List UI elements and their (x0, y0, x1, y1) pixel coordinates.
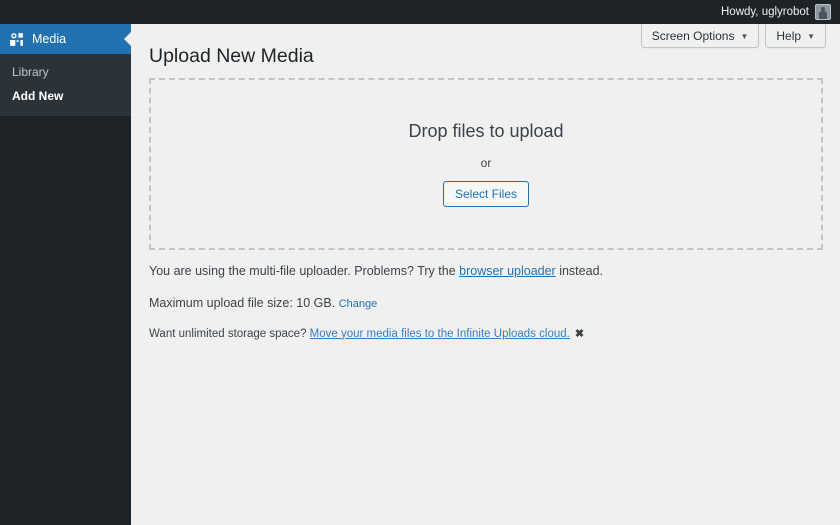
upload-notes: You are using the multi-file uploader. P… (149, 262, 829, 356)
chevron-down-icon: ▼ (807, 31, 815, 41)
help-button[interactable]: Help ▼ (765, 24, 826, 48)
infinite-uploads-prefix: Want unlimited storage space? (149, 327, 310, 340)
sidebar-item-library[interactable]: Library (0, 60, 131, 84)
admin-bar: Howdy, uglyrobot (0, 0, 840, 24)
infinite-uploads-note: Want unlimited storage space? Move your … (149, 326, 829, 343)
avatar (815, 4, 831, 20)
menu-arrow-icon (124, 31, 132, 47)
chevron-down-icon: ▼ (740, 31, 749, 41)
browser-uploader-link[interactable]: browser uploader (459, 264, 556, 278)
dropzone-heading: Drop files to upload (408, 120, 564, 141)
change-max-size-link[interactable]: Change (339, 298, 378, 310)
screen-meta-links: Screen Options ▼ Help ▼ (640, 24, 826, 48)
sidebar-subitem-label: Add New (12, 89, 64, 103)
media-submenu: Library Add New (0, 54, 131, 116)
sidebar-item-label: Media (32, 32, 67, 46)
sidebar-item-media[interactable]: Media (0, 24, 132, 54)
uploader-note-prefix: You are using the multi-file uploader. P… (149, 264, 460, 278)
sidebar-item-add-new[interactable]: Add New (0, 84, 131, 108)
select-files-button[interactable]: Select Files (442, 181, 530, 208)
main-content: Screen Options ▼ Help ▼ Upload New Media… (131, 24, 840, 525)
max-upload-size-note: Maximum upload file size: 10 GB. Change (149, 294, 829, 313)
dropzone-or-label: or (480, 156, 492, 171)
max-upload-size-label: Maximum upload file size: 10 GB. (149, 295, 336, 310)
screen-options-button[interactable]: Screen Options ▼ (640, 24, 760, 48)
help-label: Help (776, 28, 802, 43)
dismiss-notice-icon[interactable]: ✖ (575, 328, 584, 340)
multifile-uploader-note: You are using the multi-file uploader. P… (149, 262, 829, 281)
sidebar-subitem-label: Library (12, 65, 49, 79)
howdy-label: Howdy, uglyrobot (721, 6, 809, 18)
wordpress-admin-screen: Howdy, uglyrobot Media Library Add New S… (0, 0, 840, 525)
media-icon (6, 29, 26, 49)
howdy-menu[interactable]: Howdy, uglyrobot (721, 0, 840, 24)
infinite-uploads-link[interactable]: Move your media files to the Infinite Up… (310, 328, 570, 340)
uploader-note-suffix: instead. (555, 264, 603, 278)
screen-options-label: Screen Options (651, 28, 735, 43)
admin-sidebar: Media Library Add New (0, 24, 132, 525)
upload-dropzone[interactable]: Drop files to upload or Select Files (149, 78, 823, 250)
